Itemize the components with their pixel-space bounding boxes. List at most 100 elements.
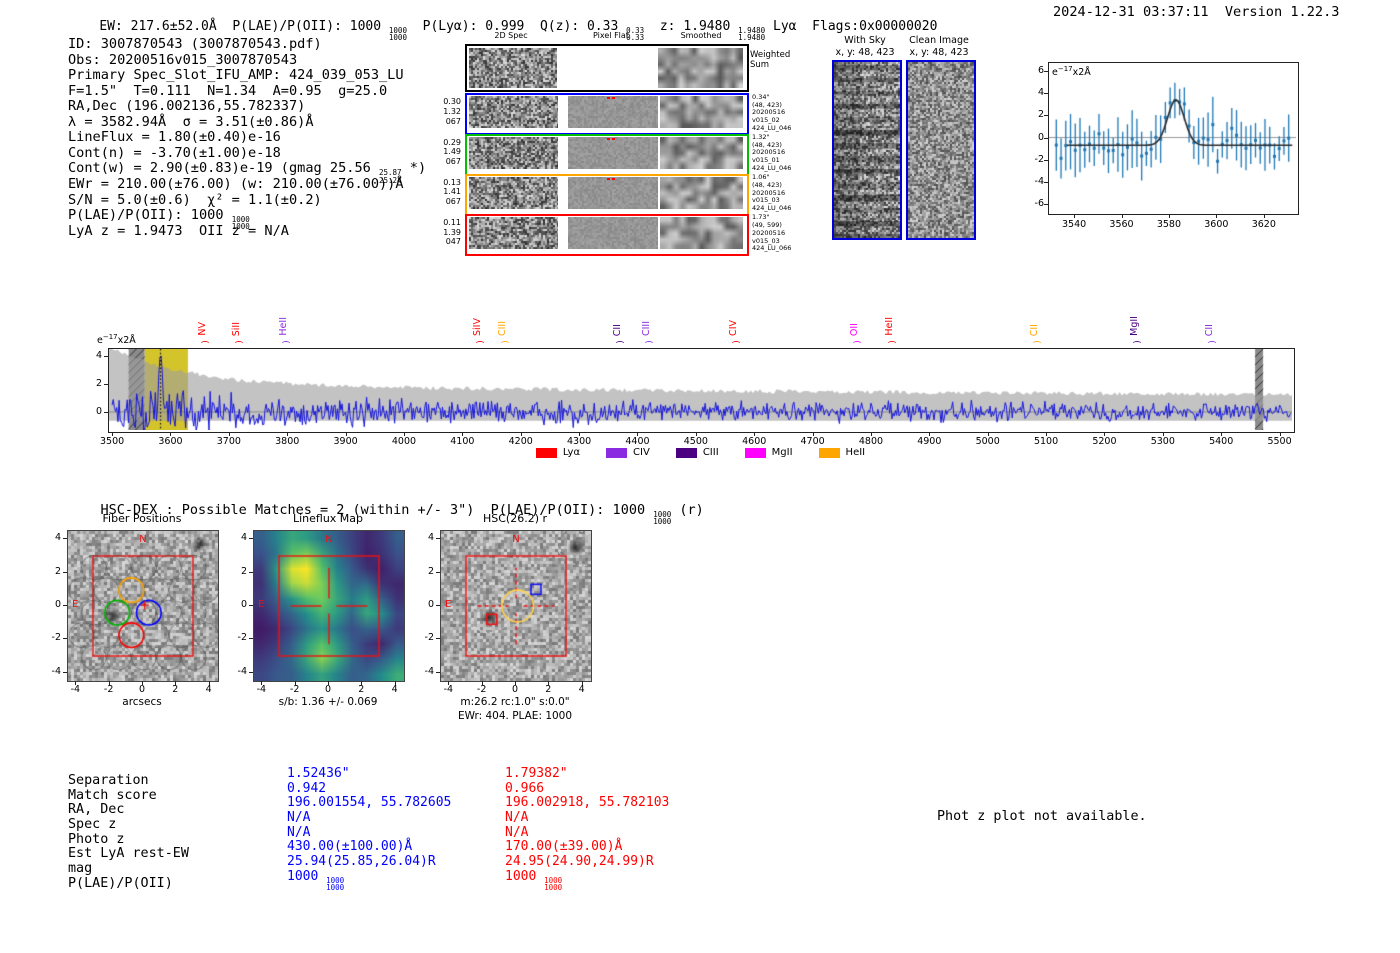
spectrum-x-tick-label: 3600	[158, 436, 183, 447]
lineflux-north-label: N	[325, 534, 333, 545]
flat-red-mark	[607, 97, 610, 100]
legend-swatch	[606, 447, 628, 458]
fiber-x-tick-label: -2	[103, 684, 114, 695]
weighted-smoothed-image	[658, 48, 743, 88]
fiber-2dspec-image	[469, 176, 558, 209]
emission-line-label: SiIV	[472, 296, 485, 336]
photz-message: Phot z plot not available.	[937, 809, 1147, 824]
emission-line-label: NV	[197, 296, 210, 336]
zoom-x-tick-label: 3580	[1156, 219, 1182, 230]
legend-item: Lyα	[535, 447, 580, 458]
fiber-y-tick-label: 0	[54, 599, 61, 610]
emission-line-bracket: (	[499, 340, 510, 344]
hsc-xlabel: m:26.2 rc:1.0" s:0.0"	[460, 696, 570, 708]
match-blue-value: N/A	[287, 809, 311, 825]
spectrum-y-tick-label: 4	[95, 349, 102, 361]
fiber-xlabel: arcsecs	[122, 696, 162, 708]
spectrum-x-tick-mark	[1221, 432, 1223, 436]
match-table-row-label: P(LAE)/P(OII)	[68, 875, 173, 891]
emission-line-label-text: CIII	[640, 320, 652, 336]
hsc-y-tick-mark	[436, 605, 440, 606]
fiber-pixel-flat-image	[568, 136, 658, 169]
fiber-x-tick-label: 4	[205, 684, 212, 695]
spectrum-x-tick-mark	[695, 432, 697, 436]
zoom-y-tick-label: -2	[1034, 153, 1044, 165]
hsc-y-tick-mark	[436, 571, 440, 573]
zoom-plot-unit-label: e−17x2Å	[1052, 65, 1091, 79]
match-red-value: 1000 1000 1000	[505, 868, 563, 892]
with-sky-title: With Sky	[844, 35, 886, 46]
emission-line-bracket: (	[886, 340, 897, 344]
hsc-y-tick-label: 2	[427, 565, 434, 577]
match-red-value: 196.002918, 55.782103	[505, 795, 670, 811]
fiber-smoothed-image	[660, 136, 743, 169]
fiber-east-label: E	[72, 599, 79, 610]
fiber-x-tick-label: 2	[172, 684, 179, 695]
hsc-x-tick-label: 2	[545, 684, 552, 695]
flat-red-mark	[612, 137, 615, 140]
emission-line-bracket: (	[199, 340, 210, 344]
emission-line-label: CIII	[641, 296, 654, 336]
hsc-y-tick-mark	[436, 538, 440, 540]
emission-line-bracket: (	[1130, 340, 1141, 344]
emission-line-bracket: (	[279, 340, 290, 344]
spec2d-fiber-row	[465, 93, 749, 136]
hsc-panel-title: HSC(26.2) r	[482, 512, 548, 525]
zoom-x-tick-mark	[1074, 214, 1076, 218]
match-table-row-label: Est LyA rest-EW	[68, 846, 189, 862]
lineflux-y-tick-label: -4	[237, 665, 247, 677]
emission-line-label: HeII	[278, 296, 291, 336]
fiber-y-tick-label: -2	[51, 632, 61, 644]
lineflux-y-tick-label: 0	[240, 599, 247, 610]
legend-label: HeII	[845, 447, 866, 458]
fiber-row-weights-label: 0.30 1.32 067	[443, 97, 461, 126]
lineflux-x-tick-label: -4	[256, 684, 267, 695]
fiber-2dspec-image	[469, 96, 558, 129]
zoom-y-tick-mark	[1044, 181, 1048, 183]
legend-label: CIV	[633, 447, 650, 458]
stacked-fraction: 1000 1000	[544, 875, 563, 892]
info-line: λ = 3582.94Å σ = 3.51(±0.86)Å	[68, 113, 314, 130]
lineflux-panel-title: Lineflux Map	[292, 512, 364, 525]
spectrum-x-tick-label: 5200	[1092, 436, 1117, 447]
fiber-y-tick-mark	[63, 671, 67, 673]
lineflux-y-tick-mark	[249, 671, 253, 673]
legend-item: MgII	[744, 447, 793, 458]
lineflux-x-tick-mark	[328, 681, 329, 685]
match-blue-value: 430.00(±100.00)Å	[287, 839, 413, 855]
spectrum-canvas	[109, 349, 1292, 430]
zoom-y-tick-label: 6	[1037, 64, 1044, 76]
spectrum-x-tick-label: 3800	[275, 436, 300, 447]
lineflux-panel: NE	[253, 530, 405, 682]
match-red-value: 24.95(24.90,24.99)R	[505, 853, 654, 869]
spectrum-x-tick-label: 4800	[858, 436, 884, 447]
fiber-pixel-flat-image	[568, 216, 658, 249]
spectrum-y-tick-label: 0	[95, 405, 102, 417]
hsc-x-tick-label: -2	[476, 684, 487, 695]
fiber-x-tick-mark	[175, 681, 177, 685]
lineflux-y-tick-mark	[249, 571, 253, 573]
fiber-pixel-flat-image	[568, 176, 658, 209]
lineflux-y-tick-mark	[249, 605, 253, 606]
match-table-row-label: Separation	[68, 773, 149, 788]
fiber-y-tick-mark	[63, 638, 67, 640]
lineflux-x-tick-label: 4	[391, 684, 398, 695]
zoom-y-tick-mark	[1044, 159, 1048, 161]
spectrum-x-tick-label: 4600	[742, 436, 767, 447]
zoom-y-tick-mark	[1044, 137, 1048, 139]
header-ew-plae: EW: 217.6±52.0Å P(LAE)/P(OII): 1000	[99, 19, 389, 34]
spectrum-x-tick-label: 5100	[1033, 436, 1059, 447]
hsc-north-label: N	[512, 534, 520, 545]
legend-swatch	[744, 447, 766, 458]
weighted-sum-row	[465, 44, 749, 92]
hsc-east-label: E	[445, 599, 452, 610]
spectrum-x-tick-mark	[1279, 432, 1281, 436]
spectrum-y-tick-label: 2	[95, 377, 102, 389]
spectrum-x-tick-mark	[228, 432, 230, 436]
legend-item: CIV	[606, 447, 650, 458]
match-blue-value: 1000 1000 1000	[287, 868, 345, 892]
hsc-y-tick-mark	[436, 638, 440, 640]
spectrum-x-tick-label: 3500	[99, 436, 125, 447]
emission-line-bracket: (	[1030, 340, 1041, 344]
flat-red-mark	[612, 177, 615, 180]
